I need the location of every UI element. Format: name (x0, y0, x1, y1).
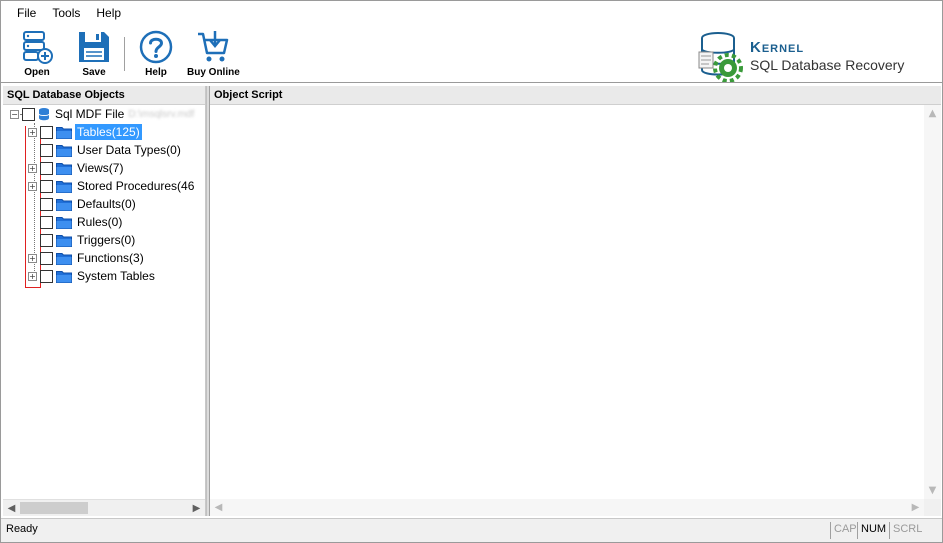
menu-tools[interactable]: Tools (46, 1, 86, 25)
node-checkbox[interactable] (40, 125, 53, 139)
menu-file[interactable]: File (11, 1, 42, 25)
database-icon (38, 108, 50, 121)
tree-root[interactable]: − Sql MDF File D:\msqlsrv.mdf (10, 105, 194, 123)
menu-help[interactable]: Help (90, 1, 127, 25)
question-mark-icon (139, 30, 173, 64)
node-label: Triggers(0) (77, 233, 136, 247)
folder-icon (56, 252, 72, 265)
buy-online-button[interactable]: Buy Online (187, 29, 240, 81)
open-button[interactable]: Open (19, 29, 55, 81)
scrollbar-corner (924, 499, 941, 516)
right-vertical-scrollbar[interactable]: ▲ ▼ (924, 105, 941, 499)
status-text: Ready (6, 523, 38, 535)
scrollbar-thumb[interactable] (20, 502, 88, 514)
brand-product: SQL Database Recovery (750, 57, 905, 73)
tree-node[interactable]: + System Tables (28, 267, 157, 285)
save-button[interactable]: Save (76, 29, 112, 81)
object-tree: − Sql MDF File D:\msqlsrv.mdf + Tables(12… (3, 105, 205, 497)
node-checkbox[interactable] (40, 251, 53, 265)
right-horizontal-scrollbar[interactable]: ◀ ▶ (210, 499, 924, 516)
root-checkbox[interactable] (22, 107, 35, 121)
node-checkbox[interactable] (40, 197, 53, 211)
expand-icon[interactable]: + (28, 253, 37, 263)
tree-node[interactable]: + Stored Procedures(46 (28, 177, 196, 195)
expand-icon[interactable]: + (28, 163, 37, 173)
folder-icon (56, 180, 72, 193)
node-checkbox[interactable] (40, 161, 53, 175)
database-gear-logo-icon (698, 32, 743, 82)
toolbar: Open Save Help Buy Online Kernel SQL Dat… (1, 25, 942, 83)
help-button[interactable]: Help (138, 29, 174, 81)
node-label: Tables(125) (75, 124, 142, 140)
open-label: Open (24, 67, 50, 78)
caps-lock-indicator: CAP (830, 522, 860, 539)
node-checkbox[interactable] (40, 233, 53, 247)
tree-node[interactable]: + Views(7) (28, 159, 125, 177)
folder-icon (56, 234, 72, 247)
node-label: Functions(3) (77, 251, 144, 265)
node-checkbox[interactable] (40, 179, 53, 193)
object-script-header: Object Script (210, 86, 941, 105)
brand-name: Kernel (750, 39, 805, 56)
help-label: Help (145, 67, 167, 78)
node-label: User Data Types(0) (77, 143, 181, 157)
root-label: Sql MDF File (55, 107, 125, 121)
node-checkbox[interactable] (40, 269, 53, 283)
num-lock-indicator: NUM (857, 522, 889, 539)
scroll-lock-indicator: SCRL (889, 522, 925, 539)
folder-icon (56, 198, 72, 211)
scroll-left-icon[interactable]: ◀ (3, 500, 20, 517)
menu-bar: File Tools Help (1, 1, 942, 25)
node-checkbox[interactable] (40, 143, 53, 157)
sql-objects-header: SQL Database Objects (3, 86, 205, 105)
node-label: Views(7) (77, 161, 124, 175)
scroll-right-icon[interactable]: ▶ (188, 500, 205, 517)
brand-logo: Kernel SQL Database Recovery (696, 29, 904, 83)
shopping-cart-icon (198, 31, 229, 62)
collapse-icon[interactable]: − (10, 109, 19, 119)
expand-icon[interactable]: + (28, 127, 37, 137)
expand-icon[interactable]: + (28, 271, 37, 281)
tree-node[interactable]: + Tables(125) (28, 123, 142, 141)
tree-node[interactable]: Rules(0) (28, 213, 124, 231)
status-bar: Ready CAP NUM SCRL (1, 518, 942, 542)
folder-icon (56, 144, 72, 157)
tree-node[interactable]: Defaults(0) (28, 195, 138, 213)
open-database-icon (23, 31, 53, 64)
scroll-down-icon[interactable]: ▼ (924, 482, 941, 499)
scroll-left-icon[interactable]: ◀ (210, 499, 227, 516)
tree-node[interactable]: + Functions(3) (28, 249, 146, 267)
folder-icon (56, 126, 72, 139)
node-label: Stored Procedures(46 (77, 179, 195, 193)
expand-icon[interactable]: + (28, 181, 37, 191)
highlight-border (25, 287, 41, 288)
buy-online-label: Buy Online (187, 67, 240, 78)
highlight-border (25, 126, 26, 288)
node-label: System Tables (77, 269, 155, 283)
scroll-right-icon[interactable]: ▶ (907, 499, 924, 516)
scroll-up-icon[interactable]: ▲ (924, 105, 941, 122)
left-horizontal-scrollbar[interactable]: ◀ ▶ (3, 499, 205, 516)
save-label: Save (82, 67, 106, 78)
folder-icon (56, 270, 72, 283)
node-label: Defaults(0) (77, 197, 136, 211)
tree-node[interactable]: Triggers(0) (28, 231, 137, 249)
folder-icon (56, 216, 72, 229)
root-path: D:\msqlsrv.mdf (128, 108, 195, 120)
folder-icon (56, 162, 72, 175)
node-checkbox[interactable] (40, 215, 53, 229)
object-script-panel: Object Script ▲ ▼ ◀ ▶ (210, 86, 941, 516)
toolbar-separator (124, 37, 125, 71)
node-label: Rules(0) (77, 215, 123, 229)
sql-objects-panel: SQL Database Objects − Sql MDF File D:\m… (3, 86, 206, 516)
tree-node[interactable]: User Data Types(0) (28, 141, 183, 159)
floppy-disk-icon (79, 32, 109, 62)
